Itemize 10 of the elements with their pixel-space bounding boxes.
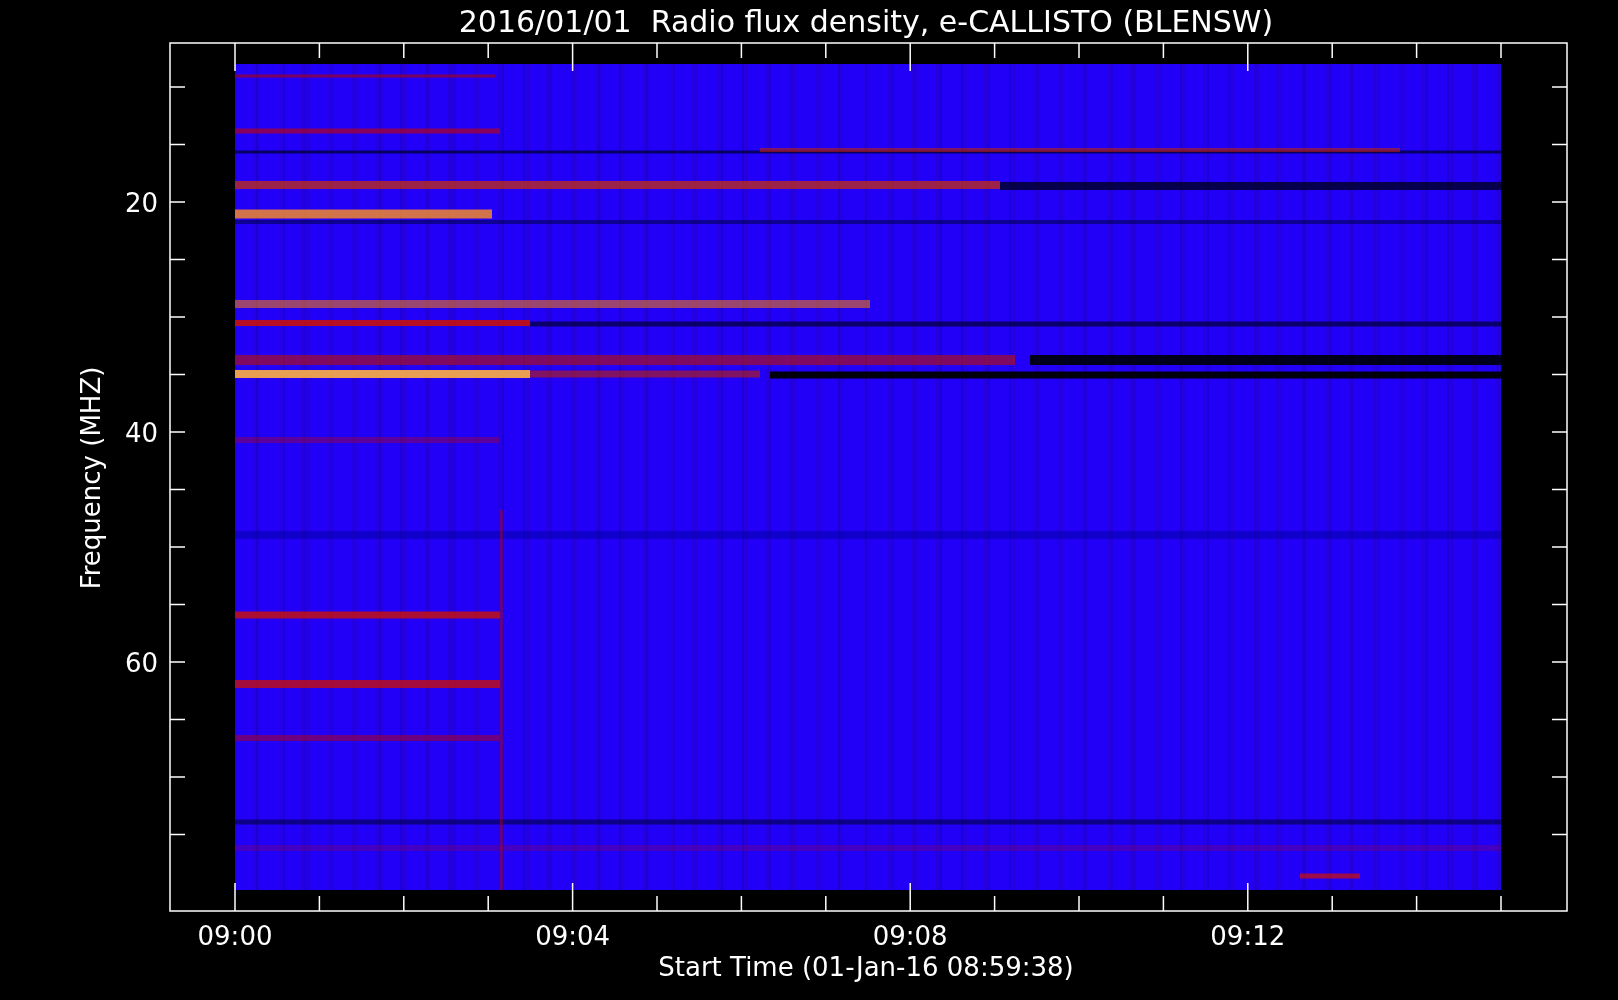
tick-label: 09:00 — [197, 921, 273, 951]
tick-label: 20 — [124, 188, 158, 218]
tick-label: 40 — [124, 418, 158, 448]
tick-label: 09:08 — [872, 921, 948, 951]
chart-title: 2016/01/01 Radio flux density, e-CALLISTO (BLENSW) — [458, 4, 1274, 39]
tick-label: 09:12 — [1210, 921, 1286, 951]
tick-label: 09:04 — [535, 921, 611, 951]
axis-title: Frequency (MHZ) — [76, 366, 106, 590]
axis-title: Start Time (01-Jan-16 08:59:38) — [658, 952, 1074, 982]
tick-label: 60 — [124, 648, 158, 678]
